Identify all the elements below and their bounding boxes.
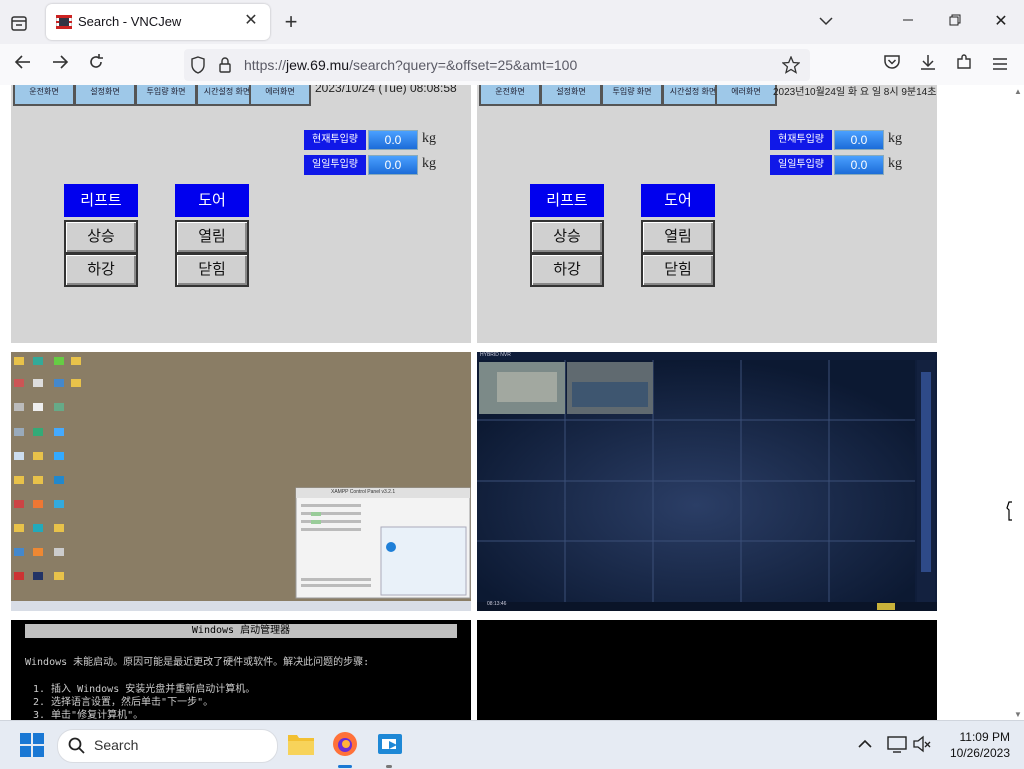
vnc-thumbnail-hmi-left[interactable]: 운전화면 설정화면 투입량 화면 시간설정 화면 에러화면 2023/10/24… [11,85,471,343]
windows-taskbar: Search 11:09 PM 10/26/2023 [0,720,1024,769]
hmi-menu-button: 설정화면 [74,85,136,106]
vnc-thumbnail-nvr[interactable]: HYBRID NVR 08:13:46 [477,352,937,611]
hmi-menu-button: 투입량 화면 [601,85,663,106]
address-bar[interactable]: https://jew.69.mu/search?query=&offset=2… [184,49,810,81]
tab-search-vncjew[interactable]: Search - VNCJew ✕ [46,4,270,40]
lock-icon[interactable] [218,56,232,79]
show-hidden-icons-chevron-icon[interactable] [857,737,873,755]
vnc-thumbnail-boot-manager[interactable]: Windows 启动管理器 Windows 未能启动。原因可能是最近更改了硬件或… [11,620,471,720]
tab-bar: Search - VNCJew ✕ + ✕ [0,0,1024,44]
downloads-icon[interactable] [915,52,941,78]
back-arrow-icon[interactable] [10,52,36,78]
search-icon [68,737,86,760]
forward-arrow-icon[interactable] [47,52,73,78]
desktop-screenshot [11,357,471,611]
door-open-button: 열림 [641,220,715,254]
hmi-menu-button: 에러화면 [715,85,777,106]
door-open-button: 열림 [175,220,249,254]
hmi-datetime: 2023년10월24일 화 요 일 8시 9분14초 [773,87,937,98]
close-window-icon[interactable]: ✕ [987,10,1015,34]
taskbar-clock[interactable]: 11:09 PM 10/26/2023 [950,729,1010,761]
close-tab-icon[interactable]: ✕ [240,10,262,30]
current-input-value: 0.0 [834,130,884,150]
list-all-tabs-icon[interactable] [812,10,840,34]
bookmark-star-icon[interactable] [781,55,801,79]
lift-down-button: 하강 [64,253,138,287]
vnc-thumbnail-black[interactable] [477,620,937,720]
firefox-icon[interactable] [331,730,359,763]
nvr-title: HYBRID NVR [480,352,511,358]
extensions-icon[interactable] [951,52,977,78]
lift-down-button: 하강 [530,253,604,287]
pocket-icon[interactable] [879,52,905,78]
url-text[interactable]: https://jew.69.mu/search?query=&offset=2… [244,57,577,73]
boot-manager-title: Windows 启动管理器 [25,624,457,638]
door-close-button: 닫힘 [641,253,715,287]
search-placeholder: Search [94,737,139,753]
hmi-menu-button: 투입량 화면 [135,85,197,106]
hmi-menu-button: 에러화면 [249,85,311,106]
volume-muted-icon[interactable] [912,735,932,758]
lift-label: 리프트 [530,184,604,217]
file-explorer-icon[interactable] [287,731,315,762]
scroll-up-arrow-icon[interactable]: ▲ [1014,87,1022,96]
page-content: 운전화면 설정화면 투입량 화면 시간설정 화면 에러화면 2023/10/24… [0,85,1012,720]
page-scrollbar[interactable]: ▲ ▼ [1012,85,1024,720]
daily-input-label: 일일투입량 [770,155,832,175]
unit-label: kg [888,131,902,146]
restore-window-icon[interactable] [941,10,969,34]
unit-label: kg [422,131,436,146]
boot-step: 3. 单击"修复计算机"。 [33,710,144,720]
vnc-thumbnail-desktop[interactable]: XAMPP Control Panel v3.2.1 [11,352,471,611]
tab-title: Search - VNCJew [78,14,182,29]
hmi-menu-button: 운전화면 [13,85,75,106]
nvr-time: 08:13:46 [487,601,507,607]
tab-list-icon[interactable] [8,12,30,34]
lift-up-button: 상승 [530,220,604,254]
clock-time: 11:09 PM [959,730,1010,744]
daily-input-label: 일일투입량 [304,155,366,175]
nvr-camera-grid [477,360,937,611]
door-close-button: 닫힘 [175,253,249,287]
boot-message: Windows 未能启动。原因可能是最近更改了硬件或软件。解决此问题的步骤: [25,657,370,668]
lift-up-button: 상승 [64,220,138,254]
new-tab-button[interactable]: + [280,8,302,36]
door-label: 도어 [641,184,715,217]
unit-label: kg [888,156,902,171]
reload-icon[interactable] [83,52,109,78]
remote-desktop-app-icon[interactable] [377,731,403,762]
lift-label: 리프트 [64,184,138,217]
site-favicon-icon [55,14,73,30]
scroll-down-arrow-icon[interactable]: ▼ [1014,710,1022,719]
current-input-label: 현재투입량 [770,130,832,150]
minimize-window-icon[interactable] [894,10,922,34]
door-label: 도어 [175,184,249,217]
daily-input-value: 0.0 [368,155,418,175]
current-input-label: 현재투입량 [304,130,366,150]
network-icon[interactable] [887,735,907,758]
taskbar-search-box[interactable]: Search [57,729,278,763]
hmi-datetime: 2023/10/24 (Tue) 08:08:58 [315,85,457,95]
current-input-value: 0.0 [368,130,418,150]
hmi-menu-button: 설정화면 [540,85,602,106]
daily-input-value: 0.0 [834,155,884,175]
windows-start-icon[interactable] [20,733,44,762]
vnc-thumbnail-hmi-right[interactable]: 운전화면 설정화면 투입량 화면 시간설정 화면 에러화면 2023년10월24… [477,85,937,343]
unit-label: kg [422,156,436,171]
desktop-window-title: XAMPP Control Panel v3.2.1 [331,489,396,495]
hmi-menu-button: 운전화면 [479,85,541,106]
navigation-toolbar: https://jew.69.mu/search?query=&offset=2… [0,44,1024,86]
clock-date: 10/26/2023 [949,746,1010,760]
tracking-protection-shield-icon[interactable] [190,56,206,79]
menu-hamburger-icon[interactable] [987,52,1013,78]
